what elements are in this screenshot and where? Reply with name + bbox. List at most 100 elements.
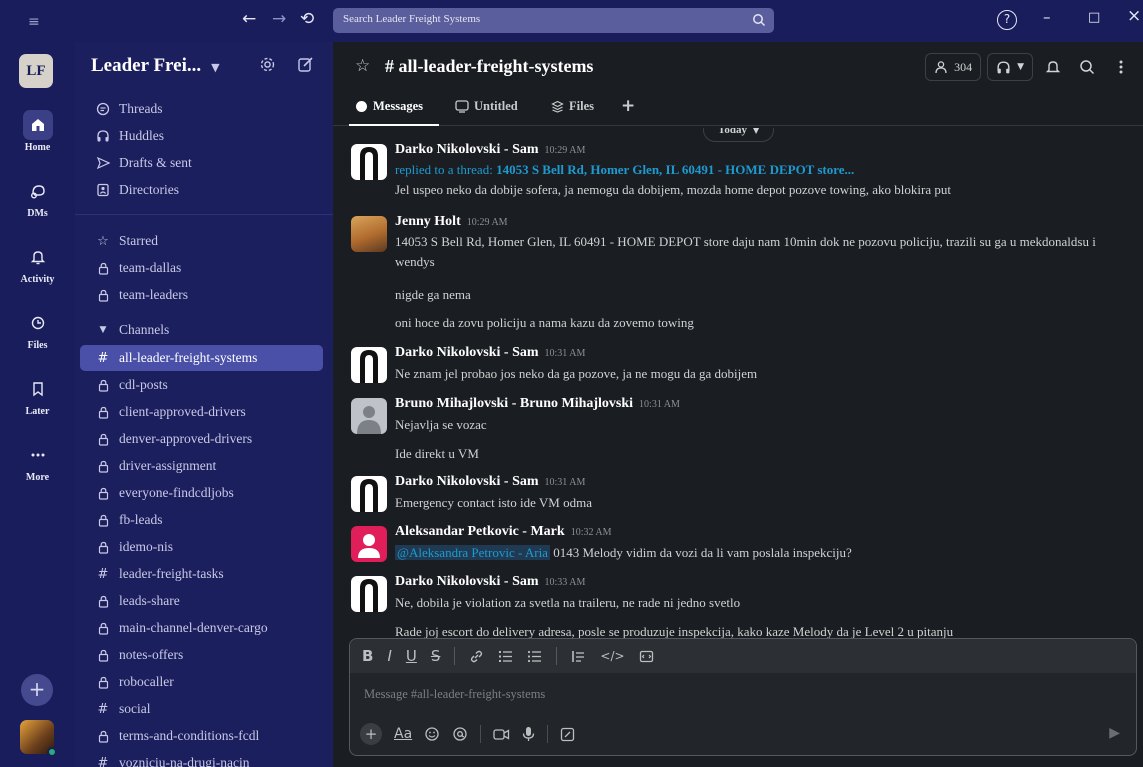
message-author[interactable]: Darko Nikolovski - Sam 10:29 AM (395, 142, 585, 158)
notifications-button[interactable] (1039, 53, 1067, 81)
channel-item[interactable]: leads-share (80, 588, 323, 614)
avatar[interactable] (351, 398, 387, 434)
rail-later[interactable]: Later (0, 374, 75, 417)
sidebar-item-directories[interactable]: Directories (80, 177, 323, 203)
channel-item[interactable]: idemo-nis (80, 534, 323, 560)
tab-messages[interactable]: Messages (355, 99, 423, 114)
message-author[interactable]: Darko Nikolovski - Sam 10:33 AM (395, 574, 585, 590)
workspace-name: Leader Frei... (91, 55, 202, 76)
message-input[interactable]: Message #all-leader-freight-systems (364, 687, 545, 702)
underline-button[interactable]: U (406, 647, 417, 665)
forward-button[interactable]: → (272, 9, 286, 29)
video-icon[interactable] (493, 727, 510, 742)
huddle-button[interactable]: ▼ (987, 53, 1033, 81)
channels-section-header[interactable]: ▼ Channels (80, 317, 323, 343)
message-author[interactable]: Darko Nikolovski - Sam 10:31 AM (395, 345, 585, 361)
rail-more[interactable]: More (0, 440, 75, 483)
channel-item[interactable]: team-leaders (80, 282, 323, 308)
message-author[interactable]: Bruno Mihajlovski - Bruno Mihajlovski 10:… (395, 396, 680, 412)
back-button[interactable]: ← (242, 9, 256, 29)
channel-item[interactable]: denver-approved-drivers (80, 426, 323, 452)
message-author[interactable]: Aleksandar Petkovic - Mark 10:32 AM (395, 524, 612, 540)
channel-item[interactable]: notes-offers (80, 642, 323, 668)
tab-files[interactable]: Files (551, 99, 594, 114)
mention-icon[interactable] (452, 726, 468, 742)
channel-item[interactable]: # all-leader-freight-systems (80, 345, 323, 371)
strikethrough-button[interactable]: S (431, 647, 441, 665)
channel-item[interactable]: driver-assignment (80, 453, 323, 479)
send-button[interactable]: ▶ (1109, 725, 1120, 741)
message-timestamp[interactable]: 10:31 AM (639, 399, 680, 410)
avatar[interactable] (351, 144, 387, 180)
message-author[interactable]: Darko Nikolovski - Sam 10:31 AM (395, 474, 585, 490)
rail-files[interactable]: Files (0, 308, 75, 351)
microphone-icon[interactable] (522, 726, 535, 742)
menu-icon[interactable]: ≡ (28, 14, 40, 30)
user-mention[interactable]: @Aleksandra Petrovic - Aria (395, 545, 550, 560)
star-channel-button[interactable]: ☆ (355, 56, 370, 76)
channel-item[interactable]: everyone-findcdljobs (80, 480, 323, 506)
message-timestamp[interactable]: 10:32 AM (571, 527, 612, 538)
message-timestamp[interactable]: 10:33 AM (545, 577, 586, 588)
members-button[interactable]: 304 (925, 53, 982, 81)
tab-untitled[interactable]: Untitled (455, 99, 518, 114)
settings-button[interactable] (259, 56, 276, 73)
channel-item[interactable]: robocaller (80, 669, 323, 695)
message-timestamp[interactable]: 10:29 AM (545, 145, 586, 156)
channel-item[interactable]: fb-leads (80, 507, 323, 533)
emoji-icon[interactable] (424, 726, 440, 742)
thread-link[interactable]: 14053 S Bell Rd, Homer Glen, IL 60491 - … (496, 162, 854, 177)
blockquote-icon[interactable] (571, 649, 586, 664)
italic-button[interactable]: I (387, 647, 391, 665)
shortcuts-icon[interactable] (560, 727, 575, 742)
maximize-button[interactable]: □ (1088, 10, 1100, 25)
date-divider-button[interactable]: Today ▼ (703, 128, 775, 142)
workspace-logo[interactable]: LF (19, 54, 53, 88)
ordered-list-icon[interactable] (498, 649, 513, 664)
more-options-button[interactable] (1107, 53, 1135, 81)
search-bar[interactable]: Search Leader Freight Systems (333, 8, 774, 33)
link-icon[interactable] (469, 649, 484, 664)
close-window-button[interactable]: × (1127, 6, 1141, 26)
rail-activity[interactable]: Activity (0, 242, 75, 285)
code-block-icon[interactable] (639, 649, 654, 664)
starred-section-header[interactable]: ☆ Starred (80, 228, 323, 254)
history-button[interactable]: ⟲ (300, 9, 314, 29)
channel-item[interactable]: terms-and-conditions-fcdl (80, 723, 323, 749)
bold-button[interactable]: B (362, 647, 373, 665)
message-timestamp[interactable]: 10:31 AM (545, 477, 586, 488)
help-button[interactable]: ? (997, 10, 1017, 30)
rail-home[interactable]: Home (0, 110, 75, 153)
attach-button[interactable]: + (360, 723, 382, 745)
channel-item[interactable]: # social (80, 696, 323, 722)
sidebar-item-drafts[interactable]: Drafts & sent (80, 150, 323, 176)
compose-button[interactable] (297, 56, 314, 73)
message-author[interactable]: Jenny Holt 10:29 AM (395, 214, 508, 230)
add-tab-button[interactable]: + (621, 96, 635, 116)
channel-item[interactable]: # leader-freight-tasks (80, 561, 323, 587)
channel-item[interactable]: team-dallas (80, 255, 323, 281)
avatar[interactable] (351, 576, 387, 612)
search-channel-button[interactable] (1073, 53, 1101, 81)
channel-item[interactable]: client-approved-drivers (80, 399, 323, 425)
sidebar-item-threads[interactable]: Threads (80, 96, 323, 122)
rail-dms[interactable]: DMs (0, 176, 75, 219)
avatar[interactable] (351, 526, 387, 562)
channel-item[interactable]: # vozniciu-na-drugi-nacin (80, 750, 323, 767)
channel-item[interactable]: main-channel-denver-cargo (80, 615, 323, 641)
channel-title[interactable]: # all-leader-freight-systems (385, 56, 593, 77)
sidebar-item-huddles[interactable]: Huddles (80, 123, 323, 149)
code-icon[interactable]: </> (600, 649, 624, 663)
avatar[interactable] (351, 347, 387, 383)
add-workspace-button[interactable]: + (21, 674, 53, 706)
message-timestamp[interactable]: 10:31 AM (545, 348, 586, 359)
workspace-name-button[interactable]: Leader Frei... ▼ (91, 55, 220, 77)
avatar[interactable] (351, 476, 387, 512)
minimize-button[interactable]: – (1043, 8, 1051, 26)
bulleted-list-icon[interactable] (527, 649, 542, 664)
user-avatar[interactable] (20, 720, 57, 757)
text-format-button[interactable]: Aa (394, 726, 412, 742)
message-timestamp[interactable]: 10:29 AM (467, 217, 508, 228)
channel-item[interactable]: cdl-posts (80, 372, 323, 398)
avatar[interactable] (351, 216, 387, 252)
